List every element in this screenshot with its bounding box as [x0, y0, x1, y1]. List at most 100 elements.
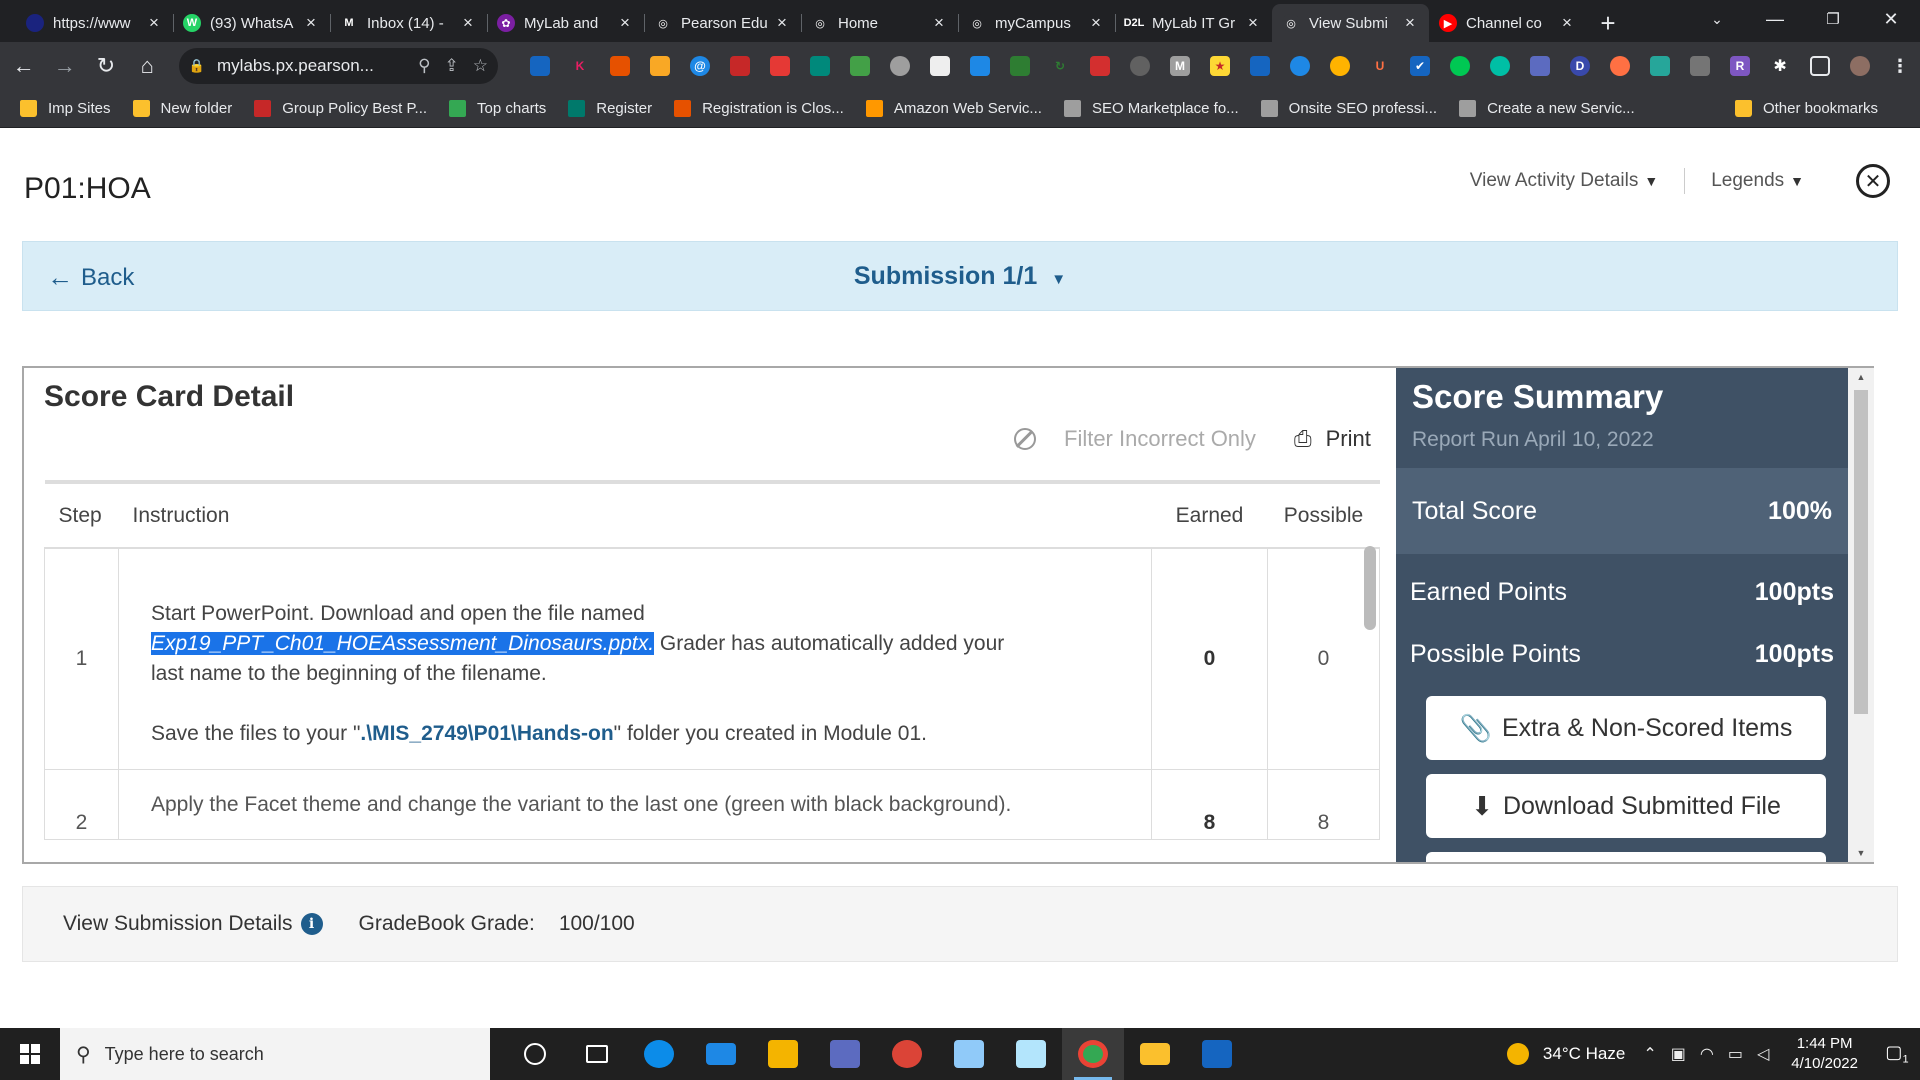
- extension-icon[interactable]: [610, 56, 631, 76]
- extra-items-button[interactable]: 📎 Extra & Non-Scored Items: [1426, 696, 1826, 760]
- extension-icon[interactable]: [850, 56, 871, 76]
- extension-icon[interactable]: ↻: [1050, 56, 1071, 76]
- extension-icon[interactable]: @: [690, 56, 711, 76]
- battery-icon[interactable]: ▭: [1728, 1044, 1743, 1064]
- address-bar[interactable]: 🔒 mylabs.px.pearson... ⚲ ⇪ ☆: [178, 48, 499, 84]
- view-activity-details-dropdown[interactable]: View Activity Details ▼: [1470, 170, 1658, 192]
- close-tab-icon[interactable]: ×: [1087, 13, 1105, 33]
- scroll-thumb[interactable]: [1854, 390, 1868, 714]
- close-tab-icon[interactable]: ×: [773, 13, 791, 33]
- extension-icon[interactable]: [890, 56, 911, 76]
- extension-icon[interactable]: [930, 56, 951, 76]
- word-icon[interactable]: [1186, 1028, 1248, 1080]
- extension-icon[interactable]: [1650, 56, 1671, 76]
- extension-icon[interactable]: [730, 56, 751, 76]
- close-tab-icon[interactable]: ×: [1401, 13, 1419, 33]
- bookmark-item[interactable]: Group Policy Best P...: [254, 100, 427, 117]
- cortana-icon[interactable]: [504, 1028, 566, 1080]
- side-panel-icon[interactable]: [1810, 56, 1831, 76]
- extension-icon[interactable]: [810, 56, 831, 76]
- close-tab-icon[interactable]: ×: [145, 13, 163, 33]
- forward-nav-icon[interactable]: →: [47, 48, 82, 84]
- browser-tab[interactable]: ◎ View Submi ×: [1272, 4, 1429, 42]
- browser-tab[interactable]: ✿ MyLab and ×: [487, 4, 644, 42]
- close-window-button[interactable]: ✕: [1862, 0, 1920, 38]
- restore-button[interactable]: ❐: [1804, 0, 1862, 38]
- extension-icon[interactable]: [1250, 56, 1271, 76]
- chevron-up-icon[interactable]: ⌃: [1643, 1044, 1656, 1064]
- home-icon[interactable]: ⌂: [130, 48, 165, 84]
- extension-icon[interactable]: [1290, 56, 1311, 76]
- task-view-icon[interactable]: [566, 1028, 628, 1080]
- weather-widget[interactable]: 34°C Haze: [1506, 1043, 1625, 1065]
- minimize-button[interactable]: —: [1746, 0, 1804, 38]
- notepad-icon[interactable]: [1000, 1028, 1062, 1080]
- browser-tab[interactable]: ◎ Home ×: [801, 4, 958, 42]
- extension-icon[interactable]: [530, 56, 551, 76]
- tab-search-icon[interactable]: ⌄: [1688, 0, 1746, 38]
- close-tab-icon[interactable]: ×: [1558, 13, 1576, 33]
- extension-icon[interactable]: [970, 56, 991, 76]
- menu-kebab-icon[interactable]: ⋮: [1890, 56, 1911, 76]
- share-icon[interactable]: ⇪: [445, 56, 459, 76]
- browser-tab[interactable]: M Inbox (14) - ×: [330, 4, 487, 42]
- media-player-icon[interactable]: [814, 1028, 876, 1080]
- browser-tab[interactable]: ▶ Channel co ×: [1429, 4, 1586, 42]
- browser-tab[interactable]: https://www ×: [16, 4, 173, 42]
- browser-tab[interactable]: W (93) WhatsA ×: [173, 4, 330, 42]
- extension-icon[interactable]: [1490, 56, 1511, 76]
- scroll-down-icon[interactable]: ▼: [1848, 848, 1874, 858]
- browser-tab[interactable]: ◎ myCampus ×: [958, 4, 1115, 42]
- extension-icon[interactable]: [1330, 56, 1351, 76]
- puzzle-extensions-icon[interactable]: ✱: [1770, 56, 1791, 76]
- zoom-icon[interactable]: ⚲: [418, 56, 430, 76]
- bookmark-star-icon[interactable]: ☆: [473, 56, 488, 76]
- download-file-button[interactable]: ⬇ Download Submitted File: [1426, 774, 1826, 838]
- info-icon[interactable]: i: [300, 913, 323, 935]
- bookmark-item[interactable]: Onsite SEO professi...: [1260, 100, 1437, 117]
- new-tab-button[interactable]: +: [1586, 4, 1630, 42]
- summary-button-partial[interactable]: [1426, 852, 1826, 862]
- close-tab-icon[interactable]: ×: [930, 13, 948, 33]
- extension-icon[interactable]: [1450, 56, 1471, 76]
- filter-incorrect-toggle[interactable]: Filter Incorrect Only: [1014, 426, 1256, 452]
- profile-avatar[interactable]: [1850, 56, 1871, 76]
- device-icon[interactable]: ▣: [1671, 1044, 1686, 1064]
- browser-tab[interactable]: D2L MyLab IT Gr ×: [1115, 4, 1272, 42]
- taskbar-search[interactable]: ⚲ Type here to search: [60, 1028, 490, 1080]
- extension-icon[interactable]: ★: [1210, 56, 1231, 76]
- bookmark-item[interactable]: Create a new Servic...: [1459, 100, 1635, 117]
- remote-desktop-icon[interactable]: [938, 1028, 1000, 1080]
- file-explorer-icon[interactable]: [1124, 1028, 1186, 1080]
- extension-icon[interactable]: [1690, 56, 1711, 76]
- panel-scrollbar[interactable]: ▲ ▼: [1848, 368, 1874, 862]
- submission-selector[interactable]: Submission 1/1 ▼: [23, 262, 1897, 291]
- wifi-icon[interactable]: ◠: [1700, 1044, 1714, 1064]
- print-button[interactable]: ⎙ Print: [1294, 426, 1371, 452]
- extension-icon[interactable]: U: [1370, 56, 1391, 76]
- bookmark-item[interactable]: Register: [568, 100, 652, 117]
- legends-dropdown[interactable]: Legends ▼: [1711, 170, 1804, 192]
- extension-icon[interactable]: [1010, 56, 1031, 76]
- close-tab-icon[interactable]: ×: [1244, 13, 1262, 33]
- extension-icon[interactable]: [1610, 56, 1631, 76]
- edge-icon[interactable]: [628, 1028, 690, 1080]
- back-nav-icon[interactable]: ←: [6, 48, 41, 84]
- close-tab-icon[interactable]: ×: [459, 13, 477, 33]
- clock[interactable]: 1:44 PM 4/10/2022: [1791, 1034, 1858, 1074]
- extension-icon[interactable]: R: [1730, 56, 1751, 76]
- close-icon[interactable]: ✕: [1856, 164, 1890, 198]
- view-submission-details[interactable]: View Submission Details: [63, 912, 293, 936]
- start-button[interactable]: [0, 1028, 60, 1080]
- bookmark-item[interactable]: New folder: [132, 100, 232, 117]
- chrome-profile-icon[interactable]: [876, 1028, 938, 1080]
- other-bookmarks[interactable]: Other bookmarks: [1734, 100, 1878, 117]
- bookmark-item[interactable]: Amazon Web Servic...: [865, 100, 1042, 117]
- extension-icon[interactable]: [1530, 56, 1551, 76]
- extension-icon[interactable]: [1090, 56, 1111, 76]
- extension-icon[interactable]: [770, 56, 791, 76]
- extension-icon[interactable]: K: [570, 56, 591, 76]
- volume-icon[interactable]: ◁: [1757, 1044, 1769, 1064]
- mail-icon[interactable]: [690, 1028, 752, 1080]
- extension-icon[interactable]: [1130, 56, 1151, 76]
